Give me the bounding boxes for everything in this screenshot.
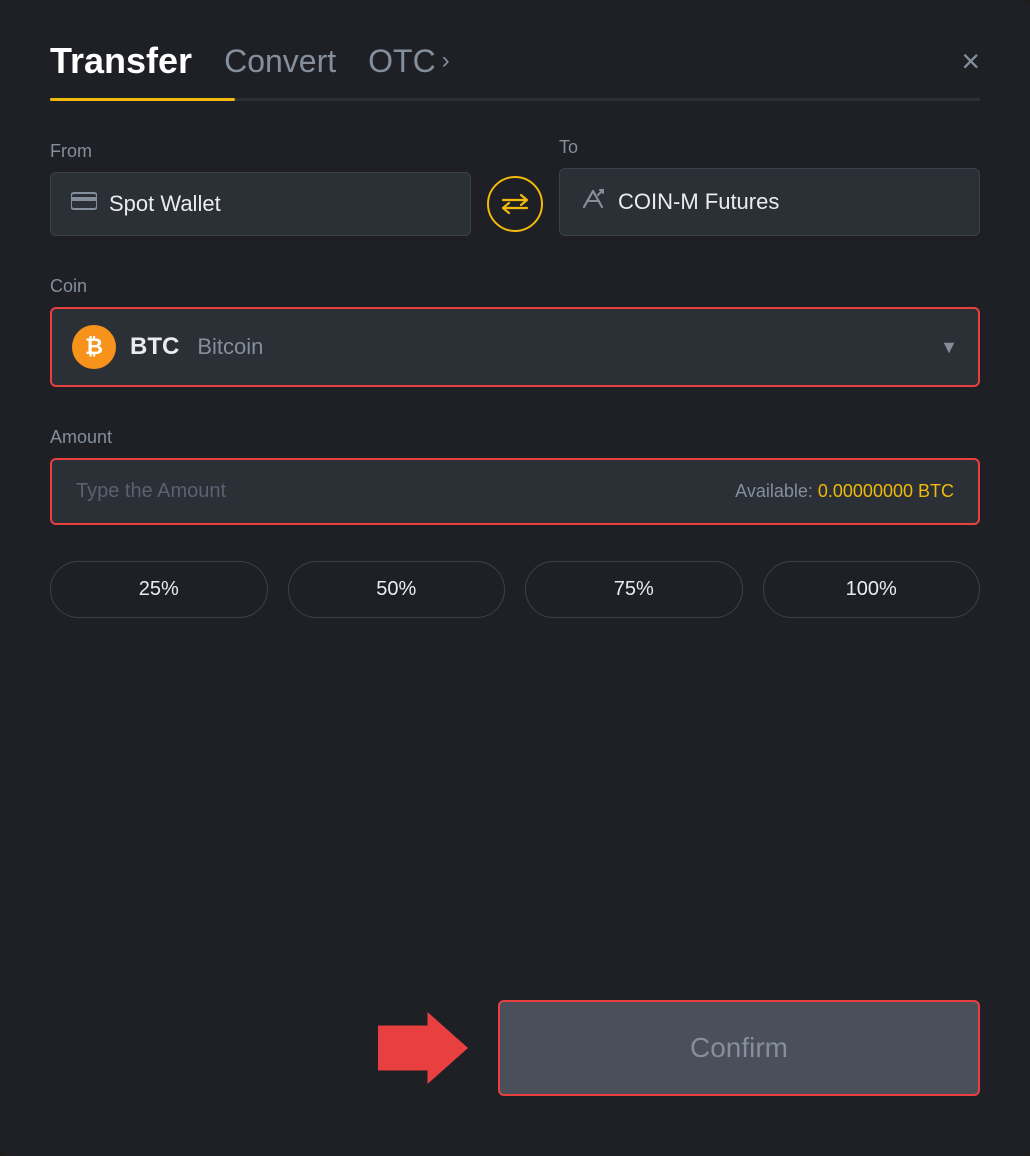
coin-name: Bitcoin [197,334,263,360]
to-wallet-select[interactable]: COIN-M Futures [559,168,980,236]
wallet-card-icon [71,191,97,217]
to-wallet-name: COIN-M Futures [618,189,779,215]
from-column: From Spot Wallet [50,141,471,236]
tab-otc[interactable]: OTC › [368,43,450,80]
swap-button[interactable] [487,176,543,232]
red-arrow-icon [378,1008,468,1088]
pct-50-button[interactable]: 50% [288,561,506,618]
amount-placeholder-text[interactable]: Type the Amount [76,480,735,503]
otc-chevron-icon: › [442,47,450,75]
to-column: To COIN-M Futures [559,137,980,236]
tab-underline-row [50,98,980,101]
tab-transfer[interactable]: Transfer [50,40,192,82]
dropdown-arrow-icon: ▼ [940,337,958,358]
active-tab-indicator [50,98,235,101]
tab-convert[interactable]: Convert [224,43,336,80]
bottom-row: Confirm [50,1000,980,1096]
transfer-modal: Transfer Convert OTC › × From Spot Walle… [0,0,1030,1156]
available-label: Available: 0.00000000 BTC [735,481,954,502]
pct-100-button[interactable]: 100% [763,561,981,618]
futures-icon [580,187,606,217]
swap-arrows-icon [501,193,529,215]
amount-section: Amount Type the Amount Available: 0.0000… [50,427,980,525]
close-button[interactable]: × [961,45,980,77]
from-to-row: From Spot Wallet To [50,137,980,236]
swap-wrapper [487,176,543,236]
coin-label: Coin [50,276,87,296]
available-value: 0.00000000 BTC [818,481,954,501]
from-wallet-name: Spot Wallet [109,191,221,217]
coin-select-dropdown[interactable]: ₿ BTC Bitcoin ▼ [50,307,980,387]
modal-header: Transfer Convert OTC › × [50,40,980,82]
from-label: From [50,141,471,162]
amount-label: Amount [50,427,112,447]
to-label: To [559,137,980,158]
pct-75-button[interactable]: 75% [525,561,743,618]
coin-symbol: BTC [130,333,179,361]
confirm-button[interactable]: Confirm [498,1000,980,1096]
pct-25-button[interactable]: 25% [50,561,268,618]
percentage-row: 25% 50% 75% 100% [50,561,980,618]
coin-section: Coin ₿ BTC Bitcoin ▼ [50,276,980,387]
arrow-container [50,1008,468,1088]
btc-coin-icon: ₿ [72,325,116,369]
amount-input-container: Type the Amount Available: 0.00000000 BT… [50,458,980,525]
from-wallet-select[interactable]: Spot Wallet [50,172,471,236]
